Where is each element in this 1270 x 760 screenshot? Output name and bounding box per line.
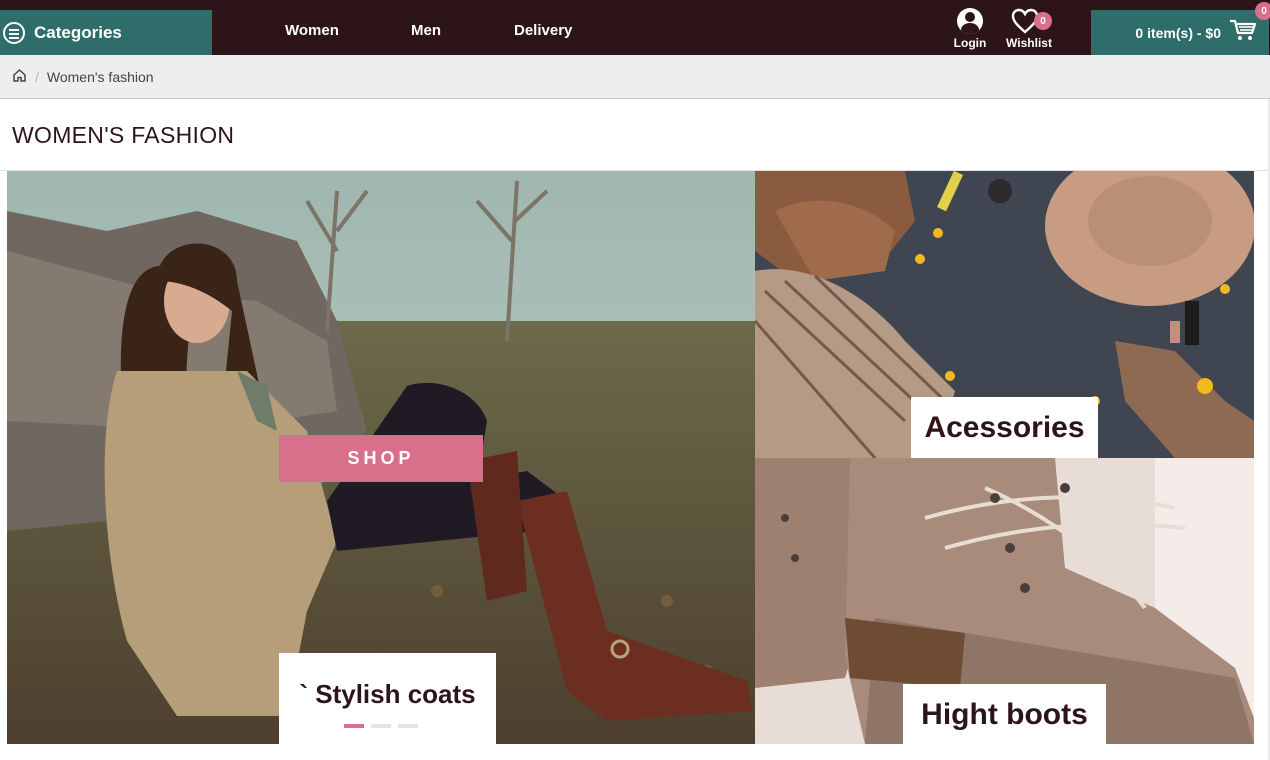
- categories-menu-button[interactable]: Categories: [0, 10, 212, 55]
- login-label: Login: [953, 36, 987, 50]
- wishlist-count-badge: 0: [1034, 12, 1052, 30]
- nav-item-men[interactable]: Men: [411, 22, 441, 39]
- cart-summary: 0 item(s) - $0: [1135, 24, 1221, 41]
- home-icon[interactable]: [12, 68, 27, 86]
- shop-button[interactable]: SHOP: [279, 435, 483, 482]
- breadcrumb: / Women's fashion: [0, 55, 1270, 99]
- shopping-cart-icon: [1229, 18, 1257, 47]
- breadcrumb-current: Women's fashion: [46, 68, 154, 85]
- carousel-pagination: [344, 724, 418, 728]
- heart-icon: 0: [1009, 8, 1052, 34]
- nav-item-delivery[interactable]: Delivery: [514, 22, 572, 39]
- categories-label: Categories: [34, 22, 122, 42]
- login-button[interactable]: Login: [950, 8, 990, 50]
- carousel-dot-1[interactable]: [344, 724, 364, 728]
- top-navigation-bar: Categories Women Men Delivery Login 0 Wi…: [0, 0, 1270, 55]
- page-title: WOMEN'S FASHION: [12, 122, 235, 148]
- nav-item-women[interactable]: Women: [285, 22, 339, 39]
- carousel-dot-2[interactable]: [371, 724, 391, 728]
- wishlist-label: Wishlist: [1006, 36, 1052, 50]
- menu-icon: [3, 21, 25, 44]
- high-boots-caption[interactable]: Hight boots: [903, 684, 1106, 745]
- wishlist-button[interactable]: 0 Wishlist: [1004, 8, 1054, 50]
- cart-button[interactable]: 0 item(s) - $0 0: [1091, 2, 1270, 55]
- carousel-dot-3[interactable]: [398, 724, 418, 728]
- cart-count-badge: 0: [1255, 2, 1270, 20]
- breadcrumb-separator: /: [35, 68, 39, 85]
- user-icon: [957, 8, 983, 34]
- stylish-coats-caption[interactable]: ` Stylish coats: [279, 653, 496, 744]
- accessories-caption[interactable]: Acessories: [911, 397, 1098, 458]
